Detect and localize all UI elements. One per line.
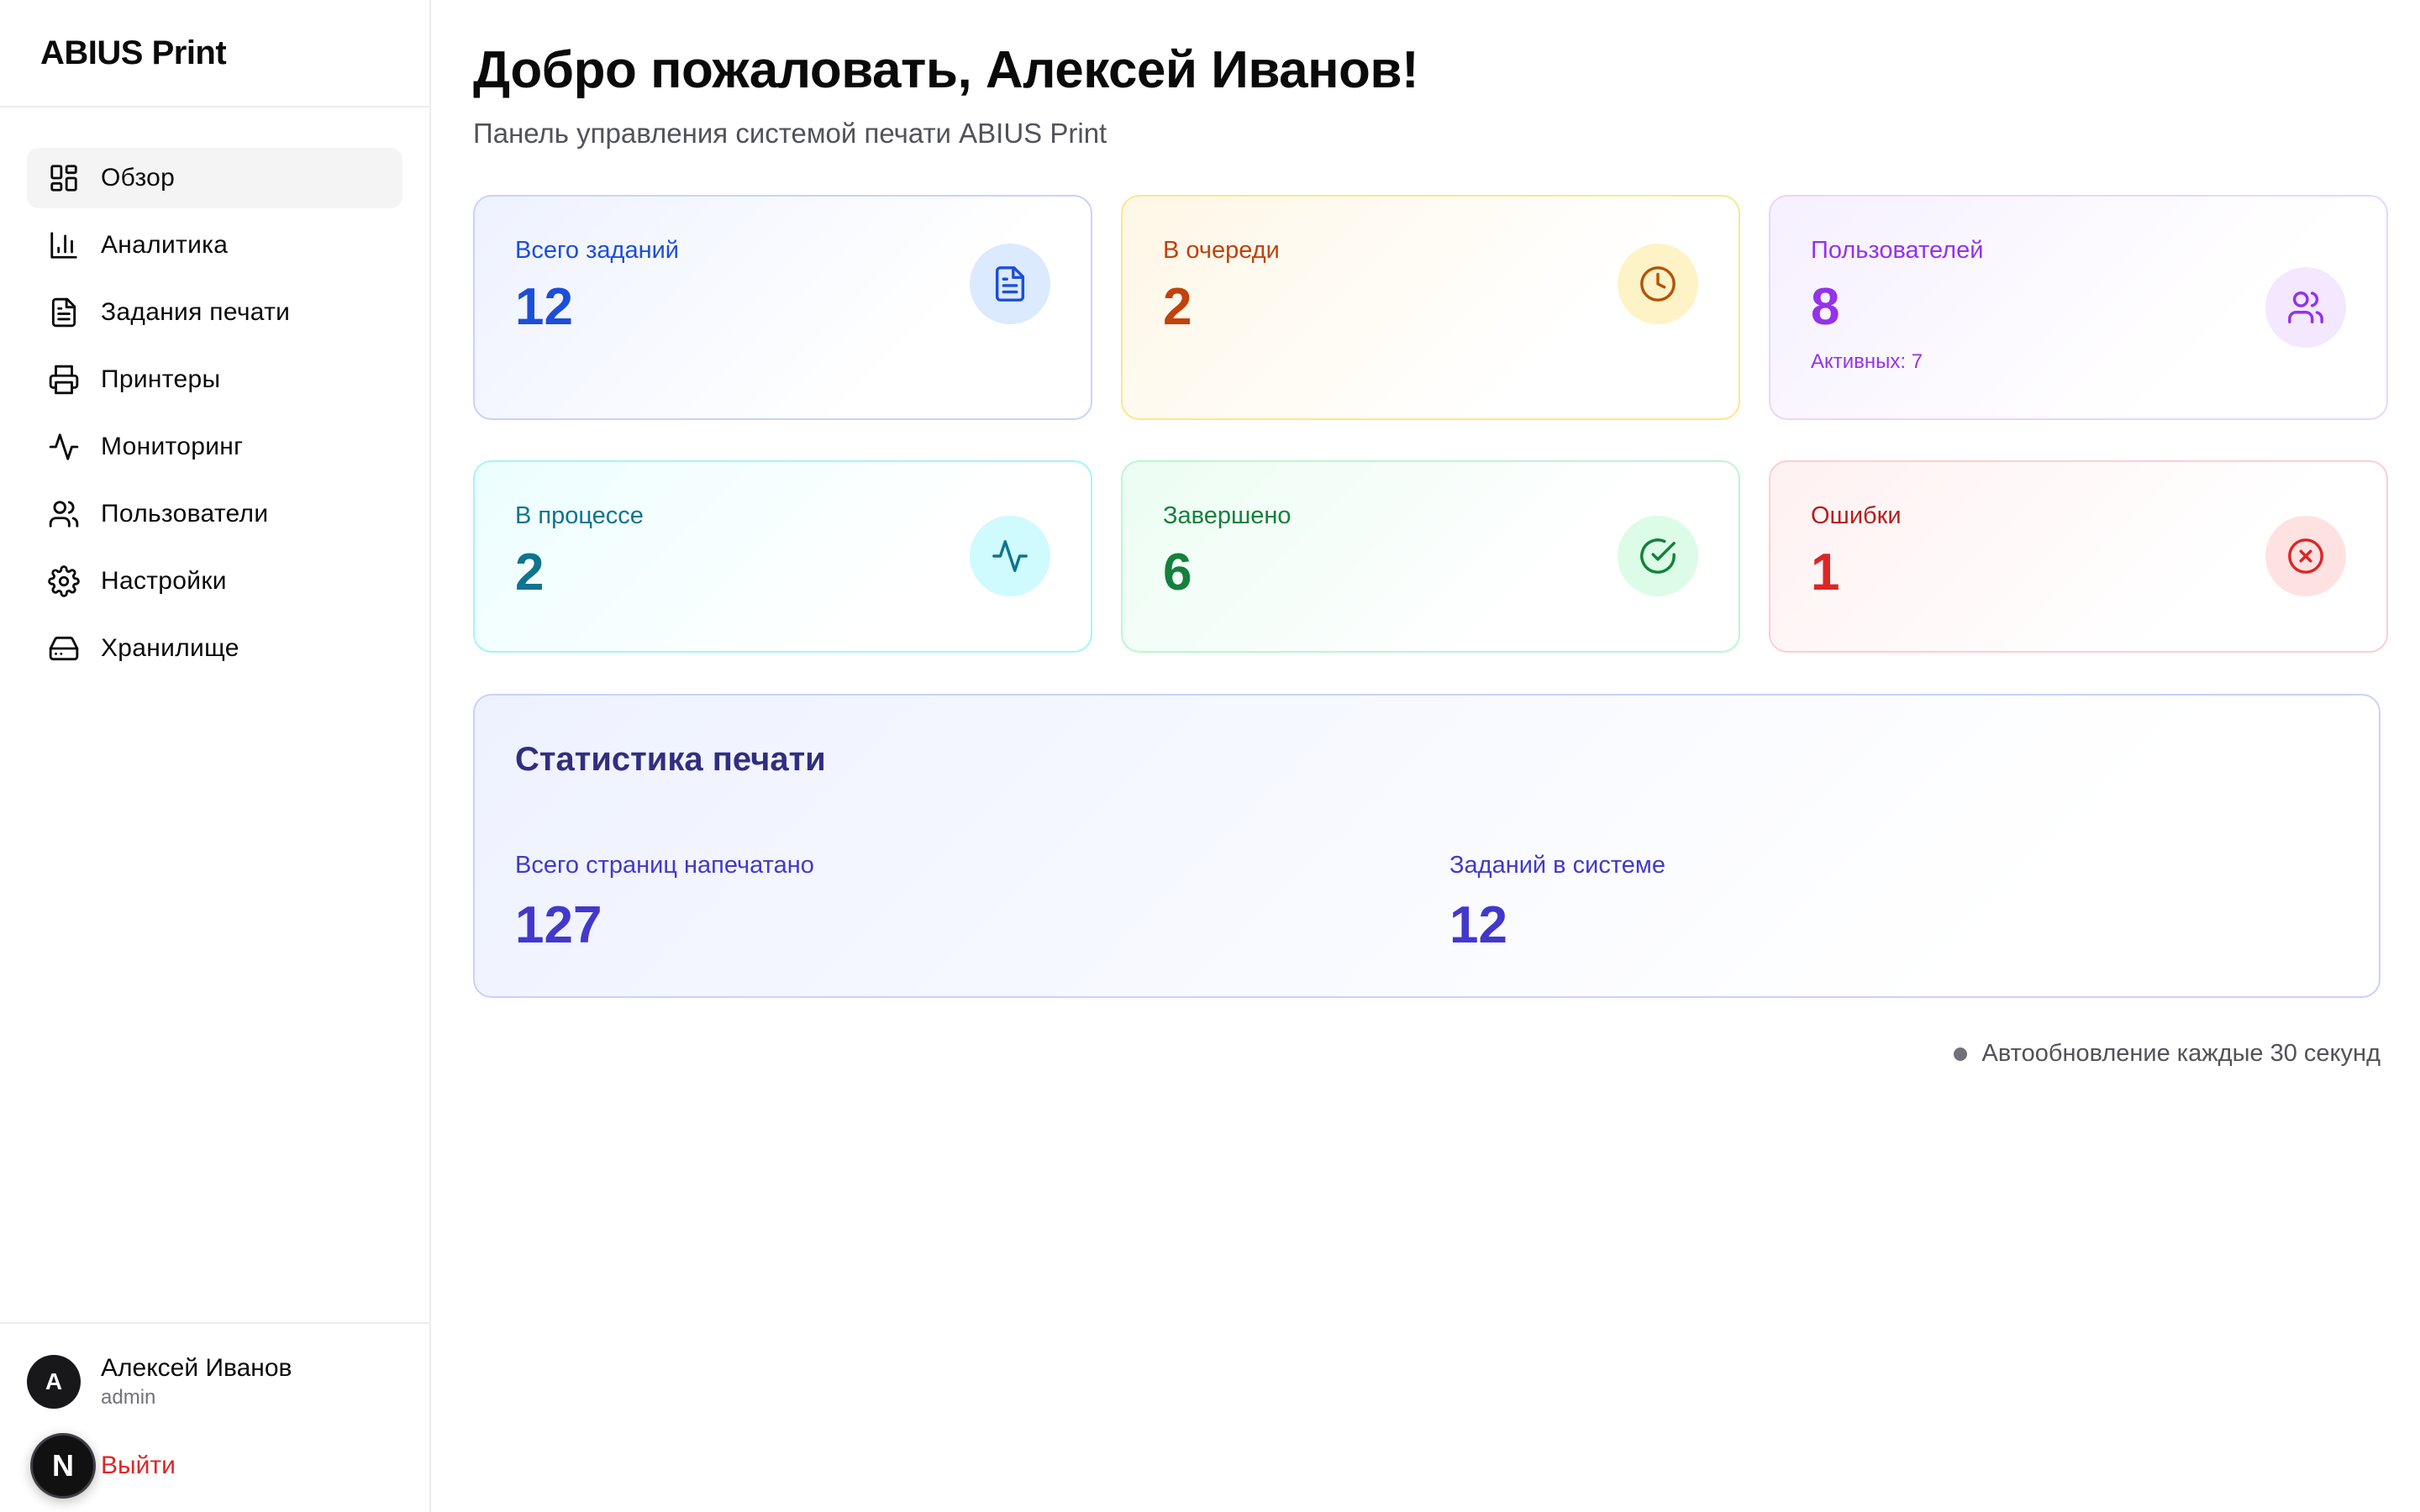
autoupdate-indicator: Автообновление каждые 30 секунд xyxy=(1953,1040,2381,1068)
user-role: admin xyxy=(101,1386,156,1409)
sidebar-item-label: Обзор xyxy=(101,164,176,192)
card-label: В процессе xyxy=(515,502,644,529)
sidebar-item-settings[interactable]: Настройки xyxy=(27,551,402,612)
sidebar-item-label: Хранилище xyxy=(101,634,239,662)
sidebar-item-label: Пользователи xyxy=(101,500,269,528)
x-circle-icon xyxy=(2265,516,2346,596)
logout-button[interactable]: Выйти xyxy=(101,1452,176,1480)
sidebar-item-printers[interactable]: Принтеры xyxy=(27,349,402,410)
clock-icon xyxy=(1618,244,1698,324)
stat-label: Заданий в системе xyxy=(1449,852,1665,879)
card-in-progress[interactable]: В процессе 2 xyxy=(473,460,1092,653)
printer-icon xyxy=(47,363,81,396)
card-label: Всего заданий xyxy=(515,237,679,264)
sidebar-item-label: Задания печати xyxy=(101,298,291,326)
sidebar-item-label: Принтеры xyxy=(101,365,221,393)
print-statistics-panel: Статистика печати Всего страниц напечата… xyxy=(473,694,2381,998)
stat-label: Всего страниц напечатано xyxy=(515,852,814,879)
document-icon xyxy=(47,296,81,329)
activity-icon xyxy=(970,516,1050,596)
card-queued[interactable]: В очереди 2 xyxy=(1121,195,1740,420)
check-circle-icon xyxy=(1618,516,1698,596)
status-dot xyxy=(1953,1047,1967,1061)
card-label: Ошибки xyxy=(1811,502,1902,529)
activity-icon xyxy=(47,430,81,464)
sidebar-item-label: Настройки xyxy=(101,567,227,595)
gear-icon xyxy=(47,564,81,598)
app-title[interactable]: ABIUS Print xyxy=(40,34,227,72)
user-block: A Алексей Иванов admin N Выйти xyxy=(0,1322,429,1512)
hard-drive-icon xyxy=(47,632,81,665)
sidebar-item-overview[interactable]: Обзор xyxy=(27,148,402,208)
card-total-jobs[interactable]: Всего заданий 12 xyxy=(473,195,1092,420)
logout-row: N Выйти xyxy=(30,1433,176,1499)
stat-value: 127 xyxy=(515,896,602,954)
card-label: В очереди xyxy=(1163,237,1280,264)
brand: ABIUS Print xyxy=(0,0,429,108)
sidebar-item-users[interactable]: Пользователи xyxy=(27,484,402,544)
card-errors[interactable]: Ошибки 1 xyxy=(1769,460,2388,653)
stats-title: Статистика печати xyxy=(515,741,826,778)
sidebar: ABIUS Print Обзор Аналитика Задания печа… xyxy=(0,0,431,1512)
stat-pages-printed: Всего страниц напечатано 127 xyxy=(515,852,814,952)
sidebar-item-label: Мониторинг xyxy=(101,433,244,460)
bar-chart-icon xyxy=(47,228,81,262)
card-completed[interactable]: Завершено 6 xyxy=(1121,460,1740,653)
dev-tools-badge[interactable]: N xyxy=(30,1433,96,1499)
user-info: Алексей Иванов admin xyxy=(101,1354,292,1410)
dashboard-icon xyxy=(47,161,81,195)
card-label: Пользователей xyxy=(1811,237,1984,264)
avatar: A xyxy=(27,1355,81,1409)
card-users[interactable]: Пользователей 8 Активных: 7 xyxy=(1769,195,2388,420)
user-profile[interactable]: A Алексей Иванов admin xyxy=(27,1354,292,1410)
card-label: Завершено xyxy=(1163,502,1292,529)
sidebar-item-storage[interactable]: Хранилище xyxy=(27,618,402,679)
page-subtitle: Панель управления системой печати ABIUS … xyxy=(473,118,1107,149)
page-title: Добро пожаловать, Алексей Иванов! xyxy=(473,41,1419,99)
sidebar-item-print-jobs[interactable]: Задания печати xyxy=(27,282,402,343)
sidebar-item-label: Аналитика xyxy=(101,231,229,259)
autoupdate-text: Автообновление каждые 30 секунд xyxy=(1981,1040,2381,1067)
stat-jobs-in-system: Заданий в системе 12 xyxy=(1449,852,1665,952)
card-subtext: Активных: 7 xyxy=(1811,350,1923,373)
users-icon xyxy=(2265,267,2346,348)
sidebar-item-analytics[interactable]: Аналитика xyxy=(27,215,402,276)
user-name: Алексей Иванов xyxy=(101,1354,292,1382)
stat-value: 12 xyxy=(1449,896,1507,954)
users-icon xyxy=(47,497,81,531)
sidebar-nav: Обзор Аналитика Задания печати Принтеры … xyxy=(0,108,429,679)
sidebar-item-monitoring[interactable]: Мониторинг xyxy=(27,417,402,477)
file-text-icon xyxy=(970,244,1050,324)
